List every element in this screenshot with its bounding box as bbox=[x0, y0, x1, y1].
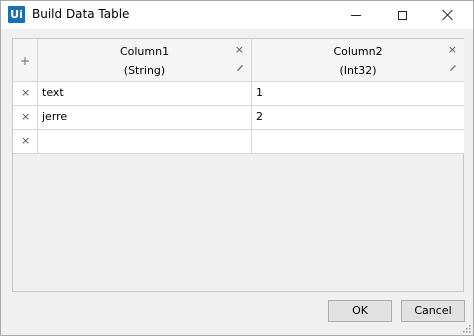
cancel-button[interactable]: Cancel bbox=[401, 300, 465, 322]
ok-button[interactable]: OK bbox=[328, 300, 392, 322]
table-cell[interactable]: text bbox=[38, 82, 252, 106]
table-cell[interactable] bbox=[38, 130, 252, 154]
resize-grip-icon[interactable] bbox=[461, 323, 471, 333]
column-header-2[interactable]: Column2 (Int32) × bbox=[252, 39, 464, 82]
title-bar[interactable]: Ui Build Data Table bbox=[1, 1, 473, 29]
table-cell[interactable] bbox=[252, 130, 464, 154]
column-type: (Int32) bbox=[339, 64, 377, 77]
maximize-button[interactable] bbox=[379, 1, 425, 29]
cell-value: jerre bbox=[42, 110, 68, 123]
table-cell[interactable]: 1 bbox=[252, 82, 464, 106]
column-name: Column1 bbox=[119, 45, 170, 58]
table-cell[interactable]: 2 bbox=[252, 106, 464, 130]
minimize-icon bbox=[351, 14, 361, 16]
close-window-button[interactable] bbox=[425, 1, 471, 29]
table-cell[interactable]: jerre bbox=[38, 106, 252, 130]
cell-value: 2 bbox=[256, 110, 263, 123]
edit-column-pencil-icon[interactable] bbox=[236, 64, 244, 72]
remove-row-button[interactable]: × bbox=[13, 130, 38, 154]
uipath-logo-icon: Ui bbox=[8, 6, 25, 23]
column-name: Column2 bbox=[333, 45, 383, 58]
edit-column-pencil-icon[interactable] bbox=[449, 64, 457, 72]
remove-column-icon[interactable]: × bbox=[235, 43, 244, 56]
remove-row-button[interactable]: × bbox=[13, 82, 38, 106]
remove-row-icon: × bbox=[21, 86, 31, 99]
cell-value: text bbox=[42, 86, 64, 99]
remove-row-icon: × bbox=[21, 110, 31, 123]
close-icon bbox=[442, 9, 454, 21]
remove-row-icon: × bbox=[21, 134, 31, 147]
add-column-button[interactable]: + bbox=[13, 39, 38, 82]
maximize-icon bbox=[397, 10, 407, 20]
window-title: Build Data Table bbox=[32, 7, 130, 21]
data-table-grid: + Column1 (String) × Column2 (Int32) × ×… bbox=[12, 38, 464, 292]
plus-icon: + bbox=[20, 54, 31, 68]
remove-row-button[interactable]: × bbox=[13, 106, 38, 130]
column-type: (String) bbox=[123, 64, 166, 77]
build-data-table-dialog: Ui Build Data Table + Column1 (String) × bbox=[0, 0, 474, 336]
cell-value: 1 bbox=[256, 86, 263, 99]
remove-column-icon[interactable]: × bbox=[448, 43, 457, 56]
minimize-button[interactable] bbox=[333, 1, 379, 29]
column-header-1[interactable]: Column1 (String) × bbox=[38, 39, 252, 82]
